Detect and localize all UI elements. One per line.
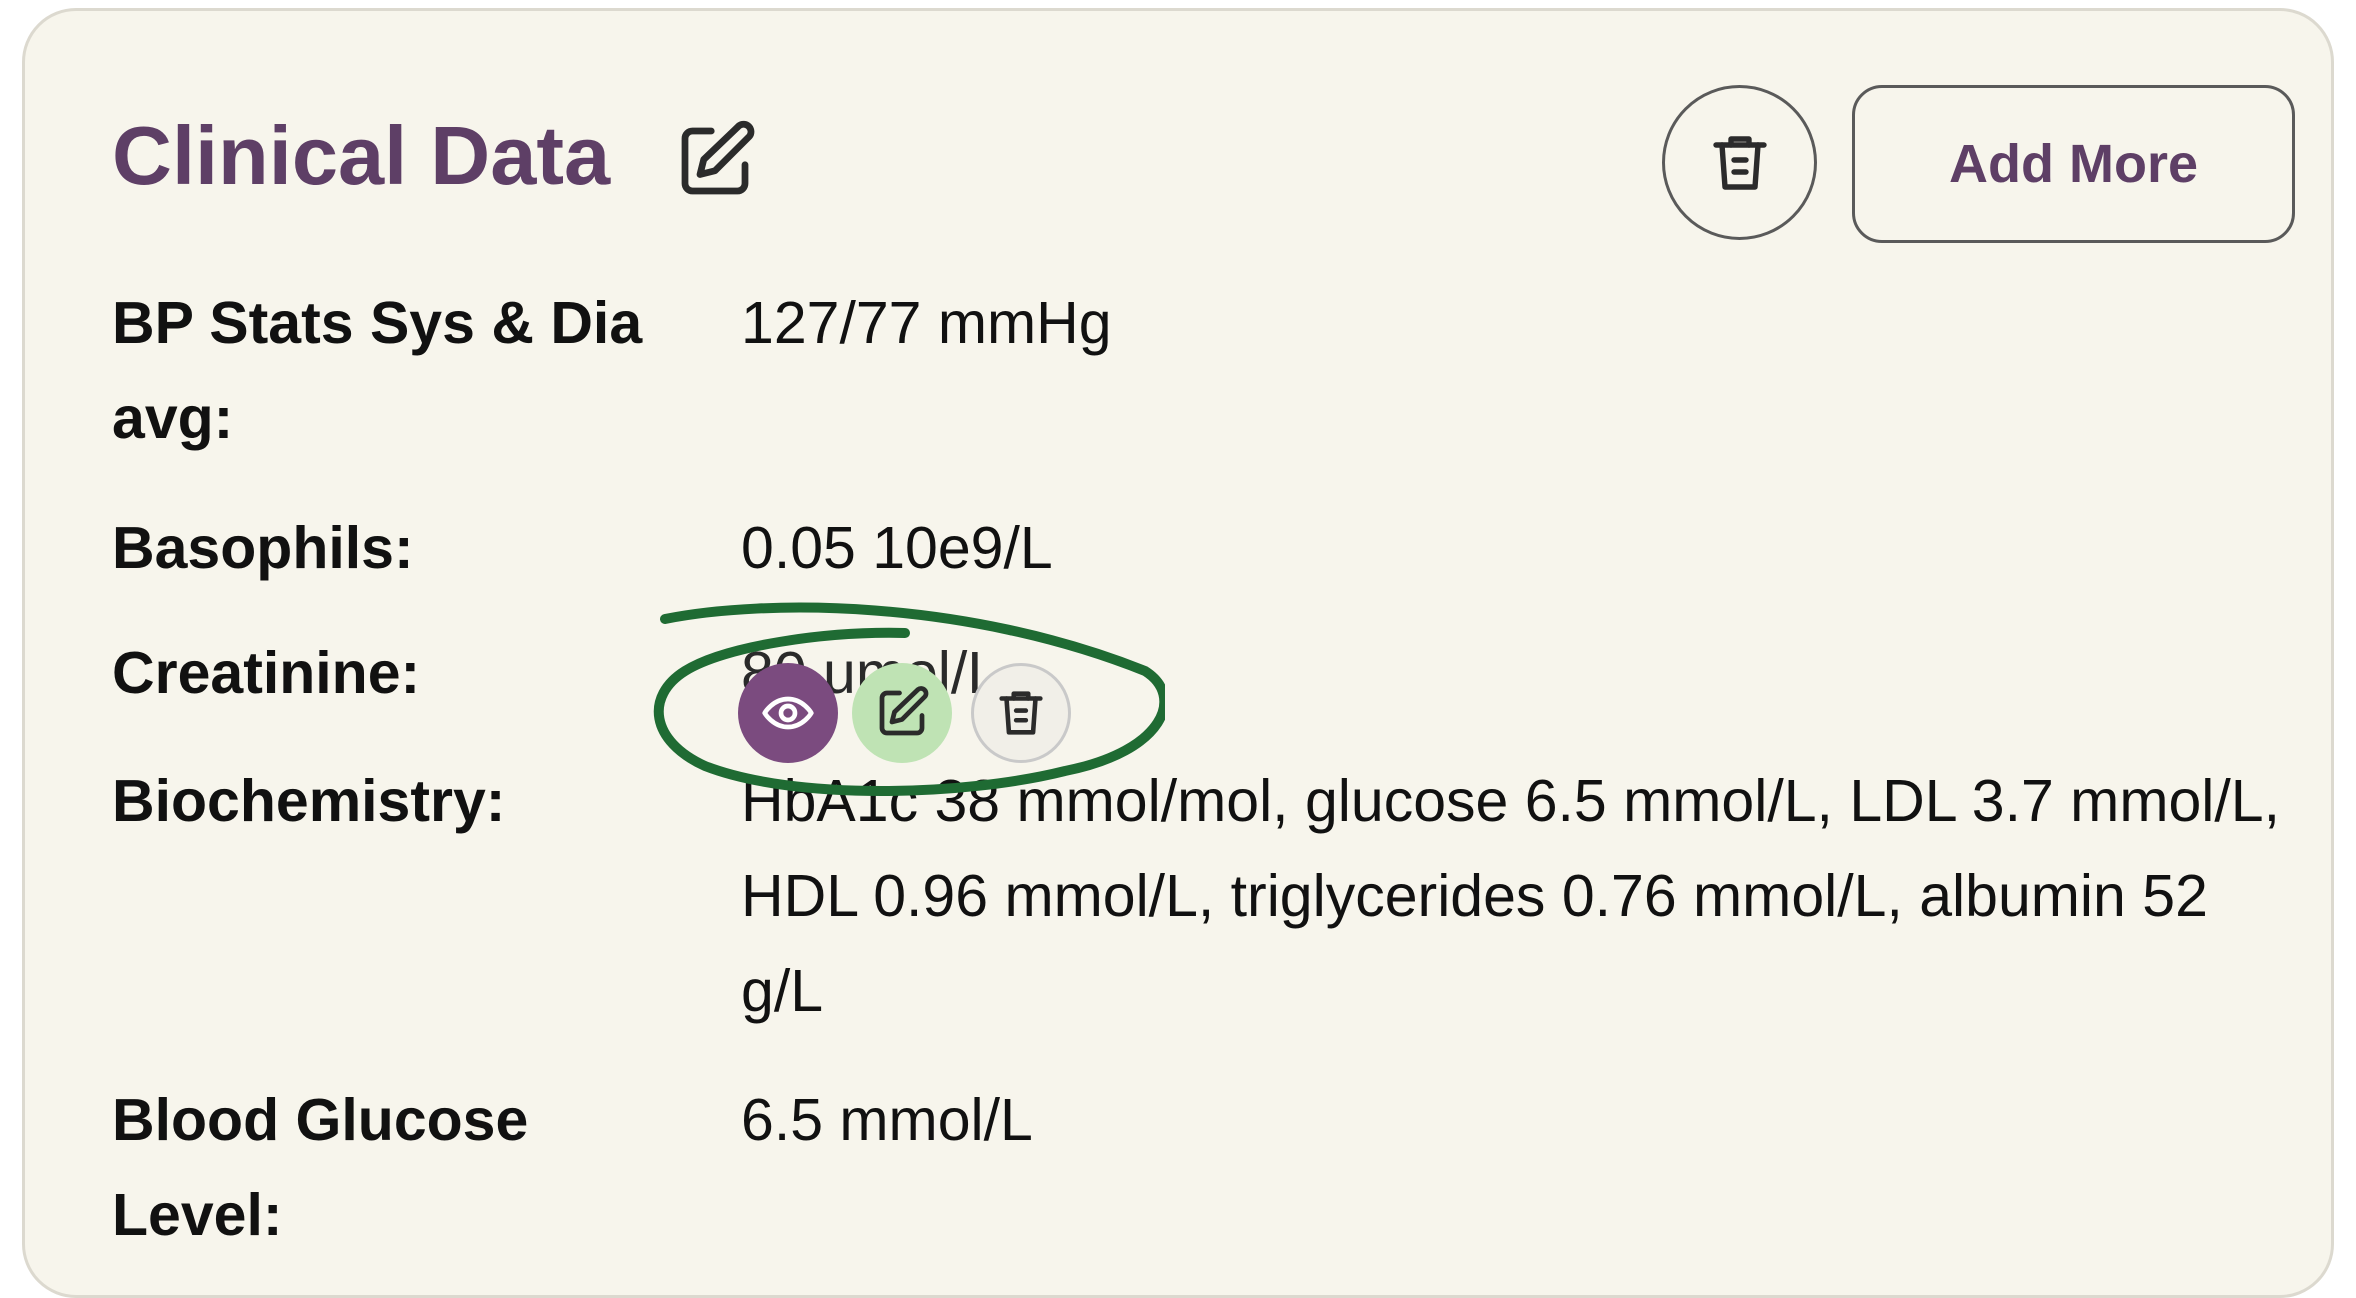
row-label-basophils: Basophils: bbox=[112, 515, 414, 581]
clinical-data-card: Clinical Data Add More BP Stats Sys & Di… bbox=[22, 8, 2334, 1298]
delete-button[interactable] bbox=[1662, 85, 1817, 240]
trash-icon bbox=[1712, 135, 1767, 190]
row-value-biochemistry: HbA1c 38 mmol/mol, glucose 6.5 mmol/L, L… bbox=[741, 768, 2280, 1024]
edit-icon bbox=[681, 120, 755, 195]
view-button[interactable] bbox=[738, 663, 838, 763]
card-title: Clinical Data bbox=[112, 109, 611, 202]
edit-icon bbox=[879, 686, 929, 736]
row-value-bp: 127/77 mmHg bbox=[741, 290, 1112, 356]
row-label-bp: BP Stats Sys & Dia avg: bbox=[112, 290, 643, 451]
add-more-button[interactable]: Add More bbox=[1852, 85, 2295, 243]
row-label-creatinine: Creatinine: bbox=[112, 640, 421, 706]
title-edit-button[interactable] bbox=[670, 116, 760, 206]
row-label-blood-glucose: Blood Glucose Level: bbox=[112, 1087, 529, 1248]
row-delete-button[interactable] bbox=[971, 663, 1071, 763]
row-label-biochemistry: Biochemistry: bbox=[112, 768, 506, 834]
row-value-blood-glucose: 6.5 mmol/L bbox=[741, 1087, 1033, 1153]
row-value-basophils: 0.05 10e9/L bbox=[741, 515, 1053, 581]
trash-icon bbox=[999, 691, 1043, 735]
eye-icon bbox=[762, 696, 814, 730]
row-edit-button[interactable] bbox=[852, 663, 952, 763]
